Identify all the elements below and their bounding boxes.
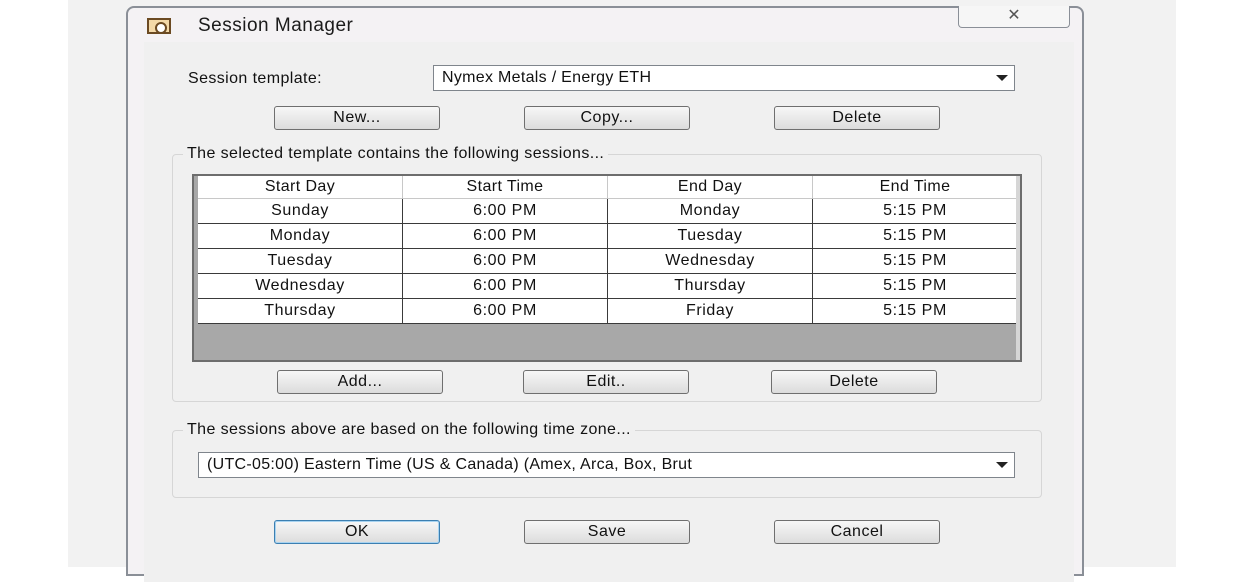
table-header-row: Start Day Start Time End Day End Time <box>198 176 1018 199</box>
add-session-button[interactable]: Add... <box>277 370 443 394</box>
save-button[interactable]: Save <box>524 520 690 544</box>
sessions-table: Start Day Start Time End Day End Time Su… <box>198 176 1018 324</box>
grid-scroll-edge <box>1016 176 1020 360</box>
delete-template-button[interactable]: Delete <box>774 106 940 130</box>
timezone-value: (UTC-05:00) Eastern Time (US & Canada) (… <box>207 456 693 473</box>
session-template-value: Nymex Metals / Energy ETH <box>442 69 652 86</box>
new-template-button[interactable]: New... <box>274 106 440 130</box>
app-icon <box>147 18 171 34</box>
background-left-strip <box>0 0 71 492</box>
table-cell[interactable]: Sunday <box>198 198 403 224</box>
column-header[interactable]: End Day <box>607 176 813 199</box>
table-cell[interactable]: Thursday <box>198 298 403 324</box>
edit-session-button[interactable]: Edit.. <box>523 370 689 394</box>
copy-template-button[interactable]: Copy... <box>524 106 690 130</box>
delete-session-button[interactable]: Delete <box>771 370 937 394</box>
table-cell[interactable]: 5:15 PM <box>812 198 1018 224</box>
cancel-button[interactable]: Cancel <box>774 520 940 544</box>
chevron-down-icon[interactable] <box>996 462 1008 468</box>
table-cell[interactable]: 5:15 PM <box>812 248 1018 274</box>
table-cell[interactable]: Monday <box>607 198 813 224</box>
sessions-group-title: The selected template contains the follo… <box>183 145 609 163</box>
title-bar[interactable]: Session Manager ✕ <box>128 6 1082 42</box>
table-cell[interactable]: 5:15 PM <box>812 273 1018 299</box>
table-row[interactable]: Monday 6:00 PM Tuesday 5:15 PM <box>198 223 1018 249</box>
close-button[interactable]: ✕ <box>958 6 1070 28</box>
table-row[interactable]: Thursday 6:00 PM Friday 5:15 PM <box>198 298 1018 324</box>
table-cell[interactable]: Wednesday <box>607 248 813 274</box>
ok-button[interactable]: OK <box>274 520 440 544</box>
dialog-client: Session template: Nymex Metals / Energy … <box>144 42 1074 582</box>
table-cell[interactable]: 5:15 PM <box>812 223 1018 249</box>
table-cell[interactable]: Tuesday <box>198 248 403 274</box>
column-header[interactable]: Start Time <box>402 176 608 199</box>
timezone-select[interactable]: (UTC-05:00) Eastern Time (US & Canada) (… <box>198 452 1015 478</box>
column-header[interactable]: Start Day <box>198 176 403 199</box>
table-row[interactable]: Wednesday 6:00 PM Thursday 5:15 PM <box>198 273 1018 299</box>
table-cell[interactable]: Thursday <box>607 273 813 299</box>
table-row[interactable]: Tuesday 6:00 PM Wednesday 5:15 PM <box>198 248 1018 274</box>
table-cell[interactable]: 6:00 PM <box>402 273 608 299</box>
chevron-down-icon[interactable] <box>996 75 1008 81</box>
sessions-grid[interactable]: Start Day Start Time End Day End Time Su… <box>192 174 1022 362</box>
window-title: Session Manager <box>198 15 354 36</box>
table-cell[interactable]: 6:00 PM <box>402 298 608 324</box>
timezone-group-title: The sessions above are based on the foll… <box>183 421 635 439</box>
table-cell[interactable]: Friday <box>607 298 813 324</box>
table-cell[interactable]: Wednesday <box>198 273 403 299</box>
table-cell[interactable]: Tuesday <box>607 223 813 249</box>
session-template-select[interactable]: Nymex Metals / Energy ETH <box>433 65 1015 91</box>
table-cell[interactable]: 6:00 PM <box>402 248 608 274</box>
session-template-label: Session template: <box>188 70 322 87</box>
table-row[interactable]: Sunday 6:00 PM Monday 5:15 PM <box>198 198 1018 224</box>
table-cell[interactable]: 6:00 PM <box>402 223 608 249</box>
session-manager-window: Session Manager ✕ Session template: Nyme… <box>126 6 1084 582</box>
table-cell[interactable]: Monday <box>198 223 403 249</box>
table-cell[interactable]: 5:15 PM <box>812 298 1018 324</box>
table-cell[interactable]: 6:00 PM <box>402 198 608 224</box>
column-header[interactable]: End Time <box>812 176 1018 199</box>
